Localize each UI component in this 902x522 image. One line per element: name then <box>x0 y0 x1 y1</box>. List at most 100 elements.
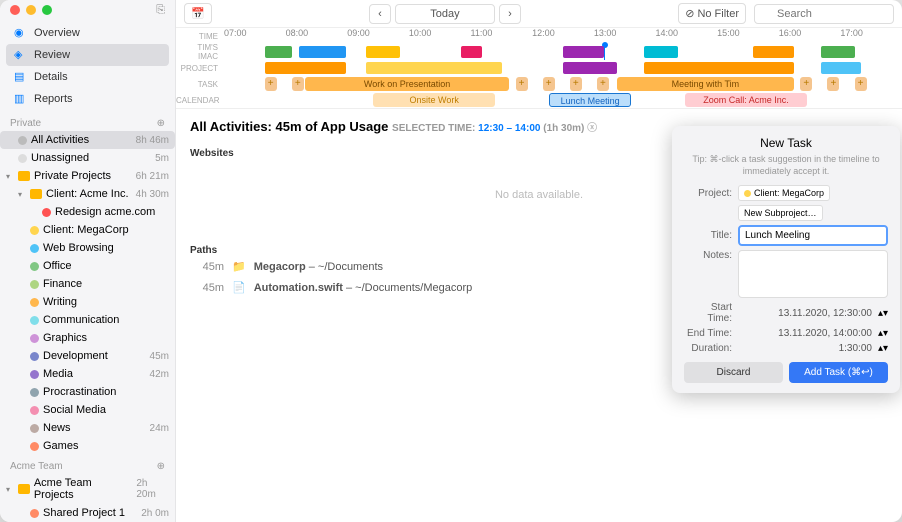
sidebar-item-media[interactable]: Media42m <box>0 365 175 383</box>
app-block[interactable] <box>753 46 794 58</box>
app-block[interactable] <box>821 46 855 58</box>
calendar-block-onsite[interactable]: Onsite Work <box>373 93 495 107</box>
today-button[interactable]: Today <box>395 4 495 24</box>
sidebar-item-web-browsing[interactable]: Web Browsing <box>0 239 175 257</box>
sidebar-item-news[interactable]: News24m <box>0 419 175 437</box>
app-block[interactable] <box>644 46 678 58</box>
color-dot-icon <box>30 370 39 379</box>
sidebar-item-unassigned[interactable]: Unassigned5m <box>0 149 175 167</box>
app-block[interactable] <box>461 46 481 58</box>
sidebar-item-office[interactable]: Office <box>0 257 175 275</box>
sidebar-item-client-acme[interactable]: ▾Client: Acme Inc.4h 30m <box>0 185 175 203</box>
add-task-handle[interactable]: + <box>597 77 609 91</box>
color-dot-icon <box>30 406 39 415</box>
hour-label: 08:00 <box>286 28 309 38</box>
swift-icon: 📄 <box>232 281 246 294</box>
calendar-block-zoom[interactable]: Zoom Call: Acme Inc. <box>685 93 807 107</box>
main: 📅 ‹ Today › ⊘ No Filter TIME07:0008:0009… <box>176 0 902 522</box>
hour-label: 07:00 <box>224 28 247 38</box>
add-task-handle[interactable]: + <box>265 77 277 91</box>
notes-input[interactable] <box>738 250 888 298</box>
add-icon[interactable]: ⊕ <box>157 118 165 129</box>
stepper-icon[interactable]: ▴▾ <box>878 343 888 354</box>
sidebar-item-shared-project-1[interactable]: Shared Project 12h 0m <box>0 504 175 522</box>
stepper-icon[interactable]: ▴▾ <box>878 328 888 339</box>
add-task-handle[interactable]: + <box>570 77 582 91</box>
add-task-handle[interactable]: + <box>855 77 867 91</box>
close-icon[interactable] <box>10 5 20 15</box>
sidebar-item-client-megacorp[interactable]: Client: MegaCorp <box>0 221 175 239</box>
color-dot-icon <box>30 352 39 361</box>
add-task-handle[interactable]: + <box>800 77 812 91</box>
color-dot-icon <box>30 226 39 235</box>
add-task-handle[interactable]: + <box>292 77 304 91</box>
discard-button[interactable]: Discard <box>684 362 783 383</box>
prev-button[interactable]: ‹ <box>369 4 391 24</box>
tl-cal-label: CALENDAR <box>176 96 224 105</box>
sidebar-item-procrastination[interactable]: Procrastination <box>0 383 175 401</box>
task-block-meeting_tim[interactable]: Meeting with Tim <box>617 77 793 91</box>
details-icon: ▤ <box>14 70 28 84</box>
sidebar-item-private-projects[interactable]: ▾Private Projects6h 21m <box>0 167 175 185</box>
sidebar: ⎘ ◉Overview ◈Review ▤Details ▥Reports Pr… <box>0 0 176 522</box>
folder-icon <box>18 484 30 494</box>
color-dot-icon <box>30 262 39 271</box>
section-acme-team: Acme Team⊕ <box>0 455 175 474</box>
duration-field[interactable]: 1:30:00 <box>738 343 872 354</box>
nav-details[interactable]: ▤Details <box>6 66 169 88</box>
zoom-icon[interactable] <box>42 5 52 15</box>
add-task-handle[interactable]: + <box>516 77 528 91</box>
app-block[interactable] <box>265 46 292 58</box>
sidebar-item-writing[interactable]: Writing <box>0 293 175 311</box>
project-chip[interactable]: Client: MegaCorp <box>738 185 830 201</box>
hour-label: 16:00 <box>779 28 802 38</box>
start-time-field[interactable]: 13.11.2020, 12:30:00 <box>738 308 872 319</box>
stepper-icon[interactable]: ▴▾ <box>878 308 888 319</box>
next-button[interactable]: › <box>499 4 521 24</box>
project-block[interactable] <box>821 62 862 74</box>
sidebar-item-games[interactable]: Games <box>0 437 175 455</box>
app-block[interactable] <box>563 46 604 58</box>
search-input[interactable] <box>754 4 894 24</box>
project-block[interactable] <box>563 62 617 74</box>
add-icon[interactable]: ⊕ <box>157 461 165 472</box>
clear-selection-icon[interactable]: ⓧ <box>587 123 597 134</box>
add-task-handle[interactable]: + <box>827 77 839 91</box>
sidebar-item-finance[interactable]: Finance <box>0 275 175 293</box>
sidebar-item-all-activities[interactable]: All Activities8h 46m <box>0 131 175 149</box>
tl-imac-label: TIM'S IMAC <box>176 43 224 61</box>
app-block[interactable] <box>299 46 346 58</box>
project-block[interactable] <box>366 62 502 74</box>
popup-title: New Task <box>684 136 888 150</box>
sidebar-toggle-icon[interactable]: ⎘ <box>156 4 165 17</box>
minimize-icon[interactable] <box>26 5 36 15</box>
sidebar-item-communication[interactable]: Communication <box>0 311 175 329</box>
color-dot-icon <box>30 316 39 325</box>
project-block[interactable] <box>644 62 793 74</box>
hour-label: 09:00 <box>347 28 370 38</box>
sidebar-item-graphics[interactable]: Graphics <box>0 329 175 347</box>
nav-overview[interactable]: ◉Overview <box>6 22 169 44</box>
sidebar-item-redesign-acme[interactable]: Redesign acme.com <box>0 203 175 221</box>
sidebar-item-social-media[interactable]: Social Media <box>0 401 175 419</box>
sidebar-item-development[interactable]: Development45m <box>0 347 175 365</box>
nav-review[interactable]: ◈Review <box>6 44 169 66</box>
project-block[interactable] <box>265 62 346 74</box>
add-task-handle[interactable]: + <box>543 77 555 91</box>
task-title-input[interactable] <box>738 225 888 246</box>
task-block-presentation[interactable]: Work on Presentation <box>305 77 508 91</box>
add-task-button[interactable]: Add Task (⌘↩) <box>789 362 888 383</box>
color-dot-icon <box>30 280 39 289</box>
new-subproject-button[interactable]: New Subproject… <box>738 205 823 221</box>
sidebar-item-acme-team-projects[interactable]: ▾Acme Team Projects2h 20m <box>0 474 175 504</box>
calendar-block-lunch[interactable]: Lunch Meeting <box>549 93 630 107</box>
color-dot-icon <box>30 509 39 518</box>
filter-button[interactable]: ⊘ No Filter <box>678 3 746 24</box>
app-block[interactable] <box>366 46 400 58</box>
reports-icon: ▥ <box>14 92 28 106</box>
end-time-field[interactable]: 13.11.2020, 14:00:00 <box>738 328 872 339</box>
nav-reports[interactable]: ▥Reports <box>6 88 169 110</box>
calendar-button[interactable]: 📅 <box>184 3 212 24</box>
hour-label: 10:00 <box>409 28 432 38</box>
tl-task-label: TASK <box>176 80 224 89</box>
